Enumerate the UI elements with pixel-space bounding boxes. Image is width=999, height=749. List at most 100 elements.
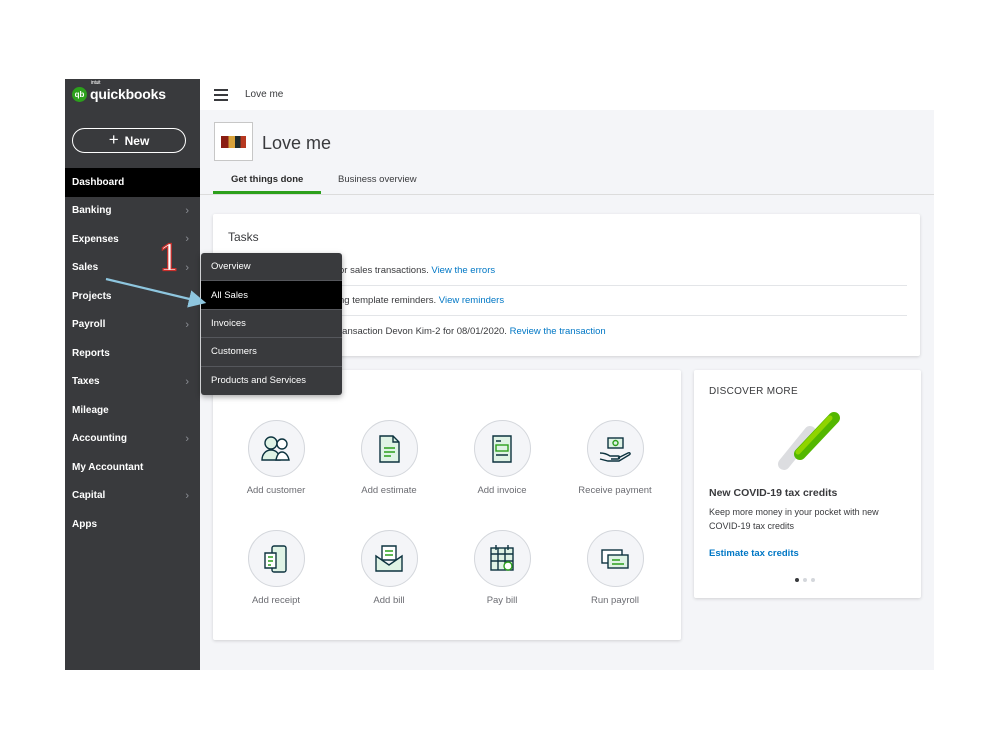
receipt-phone-icon xyxy=(247,530,305,587)
shortcut-add-bill[interactable]: Add bill xyxy=(334,530,444,606)
logo-brand: intuit xyxy=(91,80,101,86)
estimate-document-icon xyxy=(360,420,418,477)
shortcut-add-invoice[interactable]: Add invoice xyxy=(447,420,557,496)
sidebar-item-label: Sales xyxy=(72,262,99,274)
shortcut-add-estimate[interactable]: Add estimate xyxy=(334,420,444,496)
chevron-right-icon: › xyxy=(185,204,189,217)
chevron-right-icon: › xyxy=(185,432,189,445)
hamburger-menu-icon[interactable] xyxy=(214,88,228,101)
active-tab-indicator xyxy=(213,191,321,194)
sidebar-item-label: Payroll xyxy=(72,319,106,331)
qb-logo-icon: qb xyxy=(72,86,87,102)
shortcut-label: Pay bill xyxy=(486,595,518,606)
discover-more-card: DISCOVER MORE New COVID-19 tax credits K… xyxy=(694,370,921,598)
hand-money-icon xyxy=(586,420,644,477)
chevron-right-icon: › xyxy=(185,261,189,274)
sidebar-item-label: Reports xyxy=(72,347,110,359)
topbar-company-name: Love me xyxy=(245,89,284,100)
sidebar-item-label: My Accountant xyxy=(72,461,144,473)
logo-text: quickbooks xyxy=(90,86,166,102)
new-button-label: New xyxy=(124,133,150,148)
sidebar-nav: Dashboard Banking › Expenses › Sales › Proj… xyxy=(65,168,200,539)
quickbooks-logo[interactable]: qb intuit quickbooks xyxy=(72,80,166,102)
shortcut-label: Add customer xyxy=(246,485,306,496)
customers-icon xyxy=(247,420,305,477)
shortcut-receive-payment[interactable]: Receive payment xyxy=(560,420,670,496)
tasks-title: Tasks xyxy=(228,230,259,244)
menu-item-overview[interactable]: Overview xyxy=(201,253,342,282)
new-button[interactable]: + New xyxy=(72,128,186,153)
shortcut-add-customer[interactable]: Add customer xyxy=(221,420,331,496)
calendar-pay-icon xyxy=(473,530,531,587)
carousel-dot[interactable] xyxy=(795,578,799,582)
shortcut-label: Run payroll xyxy=(590,595,640,606)
sidebar-item-payroll[interactable]: Payroll › xyxy=(65,311,200,340)
sidebar-item-label: Accounting xyxy=(72,433,127,445)
sidebar-item-banking[interactable]: Banking › xyxy=(65,197,200,226)
chevron-right-icon: › xyxy=(185,375,189,388)
menu-item-invoices[interactable]: Invoices xyxy=(201,310,342,339)
logo-wordmark: intuit quickbooks xyxy=(90,80,166,102)
sidebar-item-accounting[interactable]: Accounting › xyxy=(65,425,200,454)
sidebar-item-projects[interactable]: Projects xyxy=(65,282,200,311)
sidebar-item-label: Capital xyxy=(72,490,106,502)
sidebar-item-taxes[interactable]: Taxes › xyxy=(65,368,200,397)
sidebar-item-label: Dashboard xyxy=(72,176,125,188)
shortcuts-card: Add customer Add estimate Add invoice Re… xyxy=(213,370,681,640)
company-logo[interactable] xyxy=(214,122,253,161)
sidebar-item-apps[interactable]: Apps xyxy=(65,510,200,539)
task-text: ng template reminders. View reminders xyxy=(339,295,504,306)
discover-headline: New COVID-19 tax credits xyxy=(709,487,838,499)
task-link[interactable]: View reminders xyxy=(439,295,504,306)
tab-business-overview[interactable]: Business overview xyxy=(338,174,417,185)
sales-flyout-menu: Overview All Sales Invoices Customers Pr… xyxy=(201,253,342,395)
shortcut-label: Add invoice xyxy=(477,485,527,496)
sidebar: qb intuit quickbooks + New Dashboard Ban… xyxy=(65,79,200,670)
task-text: ransaction Devon Kim-2 for 08/01/2020. R… xyxy=(339,326,606,337)
sidebar-item-label: Banking xyxy=(72,205,112,217)
carousel-dot[interactable] xyxy=(811,578,815,582)
shortcut-pay-bill[interactable]: Pay bill xyxy=(447,530,557,606)
invoice-document-icon xyxy=(473,420,531,477)
payroll-checks-icon xyxy=(586,530,644,587)
estimate-tax-credits-link[interactable]: Estimate tax credits xyxy=(709,548,799,559)
task-description: ransaction Devon Kim-2 for 08/01/2020. xyxy=(339,325,510,337)
sidebar-item-label: Apps xyxy=(72,518,97,530)
promo-illustration-icon xyxy=(778,412,840,470)
discover-body: Keep more money in your pocket with new … xyxy=(709,507,879,531)
sidebar-item-label: Expenses xyxy=(72,233,119,245)
task-description: ng template reminders. xyxy=(339,295,439,306)
chevron-right-icon: › xyxy=(185,318,189,331)
task-text: or sales transactions. View the errors xyxy=(339,265,495,276)
menu-item-products-and-services[interactable]: Products and Services xyxy=(201,367,342,395)
sidebar-item-my-accountant[interactable]: My Accountant xyxy=(65,453,200,482)
chevron-right-icon: › xyxy=(185,489,189,502)
menu-item-customers[interactable]: Customers xyxy=(201,338,342,367)
sidebar-item-reports[interactable]: Reports xyxy=(65,339,200,368)
sidebar-item-capital[interactable]: Capital › xyxy=(65,482,200,511)
shortcut-label: Add estimate xyxy=(361,485,417,496)
top-header: Love me xyxy=(200,79,934,110)
shortcut-add-receipt[interactable]: Add receipt xyxy=(221,530,331,606)
company-header: Love me Get things done Business overvie… xyxy=(200,110,934,195)
task-link[interactable]: View the errors xyxy=(431,265,495,276)
carousel-dots xyxy=(795,578,815,582)
bill-envelope-icon xyxy=(360,530,418,587)
shortcut-run-payroll[interactable]: Run payroll xyxy=(560,530,670,606)
shortcut-label: Receive payment xyxy=(578,485,652,496)
task-link[interactable]: Review the transaction xyxy=(510,326,606,337)
menu-item-all-sales[interactable]: All Sales xyxy=(201,281,342,310)
chevron-right-icon: › xyxy=(185,233,189,246)
sidebar-item-label: Taxes xyxy=(72,376,100,388)
shortcut-label: Add receipt xyxy=(251,595,301,606)
sidebar-item-dashboard[interactable]: Dashboard xyxy=(65,168,200,197)
step-number-annotation: 1 xyxy=(157,239,181,280)
task-description: or sales transactions. xyxy=(339,265,432,276)
sidebar-item-label: Mileage xyxy=(72,404,109,416)
company-name: Love me xyxy=(262,133,332,153)
tab-get-things-done[interactable]: Get things done xyxy=(231,174,303,185)
discover-title: DISCOVER MORE xyxy=(709,386,798,397)
company-logo-image xyxy=(221,135,246,148)
sidebar-item-mileage[interactable]: Mileage xyxy=(65,396,200,425)
carousel-dot[interactable] xyxy=(803,578,807,582)
